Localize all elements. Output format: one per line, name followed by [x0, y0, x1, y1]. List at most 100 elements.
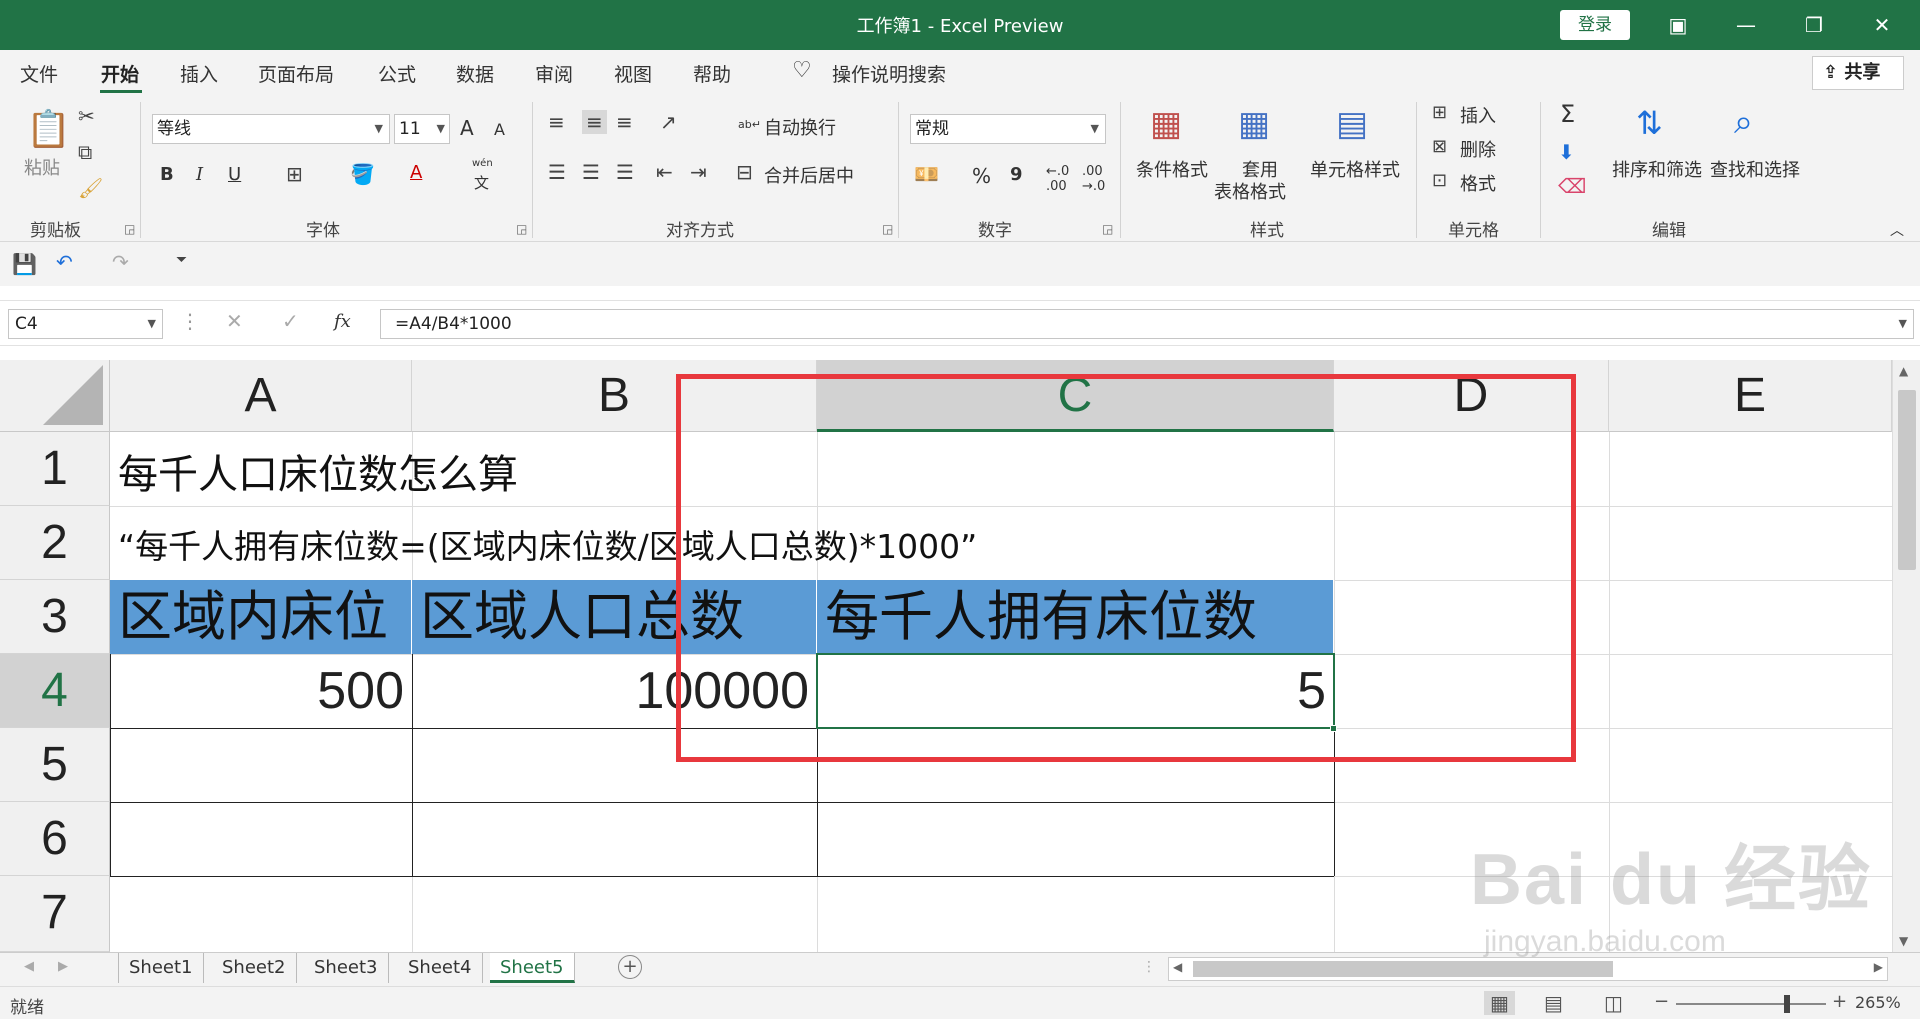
font-name-select[interactable]: 等线 ▼ — [152, 114, 390, 144]
fill-icon[interactable]: ⬇ — [1558, 140, 1575, 164]
page-break-view-icon[interactable]: ◫ — [1604, 991, 1623, 1015]
zoom-slider-thumb[interactable] — [1784, 995, 1790, 1013]
alignment-launcher-icon[interactable]: ◲ — [882, 222, 893, 236]
scroll-thumb[interactable] — [1898, 390, 1916, 570]
format-table-icon[interactable]: ▦ — [1238, 104, 1270, 144]
font-launcher-icon[interactable]: ◲ — [516, 222, 527, 236]
font-size-select[interactable]: 11 ▼ — [394, 114, 450, 144]
delete-cells-button[interactable]: 删除 — [1460, 136, 1496, 162]
row-header-3[interactable]: 3 — [0, 580, 110, 654]
add-sheet-icon[interactable]: + — [618, 955, 642, 979]
tab-file[interactable]: 文件 — [20, 60, 58, 87]
underline-button[interactable]: U — [228, 164, 241, 185]
row-header-5[interactable]: 5 — [0, 728, 110, 802]
name-box[interactable]: C4 ▼ — [8, 309, 163, 339]
customize-qat-icon[interactable]: ⏷ — [176, 252, 187, 268]
fill-color-icon[interactable]: 🪣 — [350, 162, 375, 186]
align-right-icon[interactable]: ☰ — [616, 160, 634, 184]
align-middle-icon[interactable]: ≡ — [582, 110, 607, 134]
sort-filter-icon[interactable]: ⇅ — [1636, 104, 1663, 142]
conditional-format-icon[interactable]: ▦ — [1150, 104, 1182, 144]
copy-icon[interactable]: ⧉ — [78, 140, 92, 164]
zoom-in-icon[interactable]: + — [1832, 991, 1847, 1012]
phonetic-top[interactable]: wén — [472, 158, 493, 169]
wrap-text-button[interactable]: 自动换行 — [764, 114, 836, 140]
tab-help[interactable]: 帮助 — [693, 60, 731, 87]
save-icon[interactable]: 💾 — [12, 252, 37, 276]
next-sheet-icon[interactable]: ▶ — [58, 959, 68, 974]
tell-me-search[interactable]: 操作说明搜索 — [832, 60, 946, 87]
cancel-icon[interactable]: ✕ — [226, 309, 243, 333]
bold-button[interactable]: B — [160, 164, 174, 185]
share-button[interactable]: ⇪ 共享 — [1812, 56, 1904, 90]
tab-review[interactable]: 审阅 — [535, 60, 573, 87]
sheet-tab-4[interactable]: Sheet4 — [398, 953, 483, 983]
find-select-button[interactable]: 查找和选择 — [1710, 156, 1800, 182]
number-launcher-icon[interactable]: ◲ — [1102, 222, 1113, 236]
row-header-2[interactable]: 2 — [0, 506, 110, 580]
clear-icon[interactable]: ⌫ — [1558, 174, 1586, 198]
borders-icon[interactable]: ⊞ — [286, 162, 303, 186]
increase-indent-icon[interactable]: ⇥ — [690, 160, 707, 184]
comma-button[interactable]: 9 — [1010, 164, 1023, 185]
expand-formula-icon[interactable]: ▼ — [1899, 310, 1907, 338]
tab-insert[interactable]: 插入 — [180, 60, 218, 87]
tab-formulas[interactable]: 公式 — [378, 60, 416, 87]
tab-view[interactable]: 视图 — [614, 60, 652, 87]
vertical-scrollbar[interactable]: ▲ ▼ — [1892, 360, 1920, 952]
zoom-level[interactable]: 265% — [1855, 993, 1901, 1012]
cut-icon[interactable]: ✂ — [78, 104, 95, 128]
grow-font-button[interactable]: A — [460, 116, 474, 140]
tab-page-layout[interactable]: 页面布局 — [258, 60, 334, 87]
clipboard-launcher-icon[interactable]: ◲ — [124, 222, 135, 236]
restore-icon[interactable]: ▣ — [1658, 8, 1698, 42]
collapse-ribbon-icon[interactable]: ︿ — [1890, 220, 1904, 240]
accounting-icon[interactable]: 💴 — [914, 162, 939, 186]
scroll-left-icon[interactable]: ◀ — [1173, 960, 1182, 974]
scroll-right-icon[interactable]: ▶ — [1874, 960, 1883, 974]
column-header-e[interactable]: E — [1609, 360, 1892, 432]
zoom-slider[interactable] — [1676, 995, 1826, 1013]
enter-icon[interactable]: ✓ — [282, 309, 299, 333]
align-center-icon[interactable]: ☰ — [582, 160, 600, 184]
paste-icon[interactable]: 📋 — [26, 108, 71, 150]
align-left-icon[interactable]: ☰ — [548, 160, 566, 184]
decrease-decimal-button[interactable]: .00 →.0 — [1082, 164, 1105, 194]
row-header-7[interactable]: 7 — [0, 876, 110, 952]
horizontal-scrollbar[interactable]: ◀ ▶ — [1168, 957, 1888, 981]
prev-sheet-icon[interactable]: ◀ — [24, 959, 34, 974]
decrease-indent-icon[interactable]: ⇤ — [656, 160, 673, 184]
format-painter-icon[interactable]: 🖌 — [78, 176, 103, 200]
sheet-tab-2[interactable]: Sheet2 — [212, 953, 297, 983]
number-format-select[interactable]: 常规 ▼ — [910, 114, 1106, 144]
cell-a1[interactable]: 每千人口床位数怎么算 — [118, 442, 518, 500]
phonetic-button[interactable]: 文 — [474, 172, 489, 193]
select-all-button[interactable] — [0, 360, 110, 432]
login-button[interactable]: 登录 — [1560, 10, 1630, 40]
format-table-button[interactable]: 表格格式 — [1214, 178, 1286, 204]
find-select-icon[interactable]: ⌕ — [1734, 102, 1753, 142]
maximize-icon[interactable]: ❐ — [1794, 8, 1834, 42]
minimize-icon[interactable]: — — [1726, 8, 1766, 42]
merge-center-button[interactable]: 合并后居中 — [764, 162, 854, 188]
redo-icon[interactable]: ↷ — [112, 250, 129, 274]
tab-home[interactable]: 开始 — [101, 60, 139, 87]
undo-icon[interactable]: ↶ — [56, 250, 73, 274]
cell-a4[interactable]: 500 — [110, 654, 412, 728]
scroll-up-icon[interactable]: ▲ — [1899, 364, 1908, 378]
formula-input[interactable]: =A4/B4*1000 ▼ — [380, 309, 1914, 339]
autosum-button[interactable]: Σ — [1560, 100, 1575, 128]
paste-button[interactable]: 粘贴 — [24, 154, 60, 180]
align-top-icon[interactable]: ≡ — [548, 110, 565, 134]
insert-function-button[interactable]: fx — [334, 311, 351, 332]
italic-button[interactable]: I — [196, 164, 203, 185]
insert-cells-button[interactable]: 插入 — [1460, 102, 1496, 128]
sheet-tab-3[interactable]: Sheet3 — [304, 953, 389, 983]
orientation-icon[interactable]: ↗ — [660, 110, 677, 134]
sheet-tab-5[interactable]: Sheet5 — [490, 953, 575, 983]
align-bottom-icon[interactable]: ≡ — [616, 110, 633, 134]
row-header-1[interactable]: 1 — [0, 432, 110, 506]
normal-view-icon[interactable]: ▦ — [1484, 991, 1515, 1015]
increase-decimal-button[interactable]: ←.0.00 — [1046, 164, 1069, 194]
percent-button[interactable]: % — [972, 164, 991, 188]
